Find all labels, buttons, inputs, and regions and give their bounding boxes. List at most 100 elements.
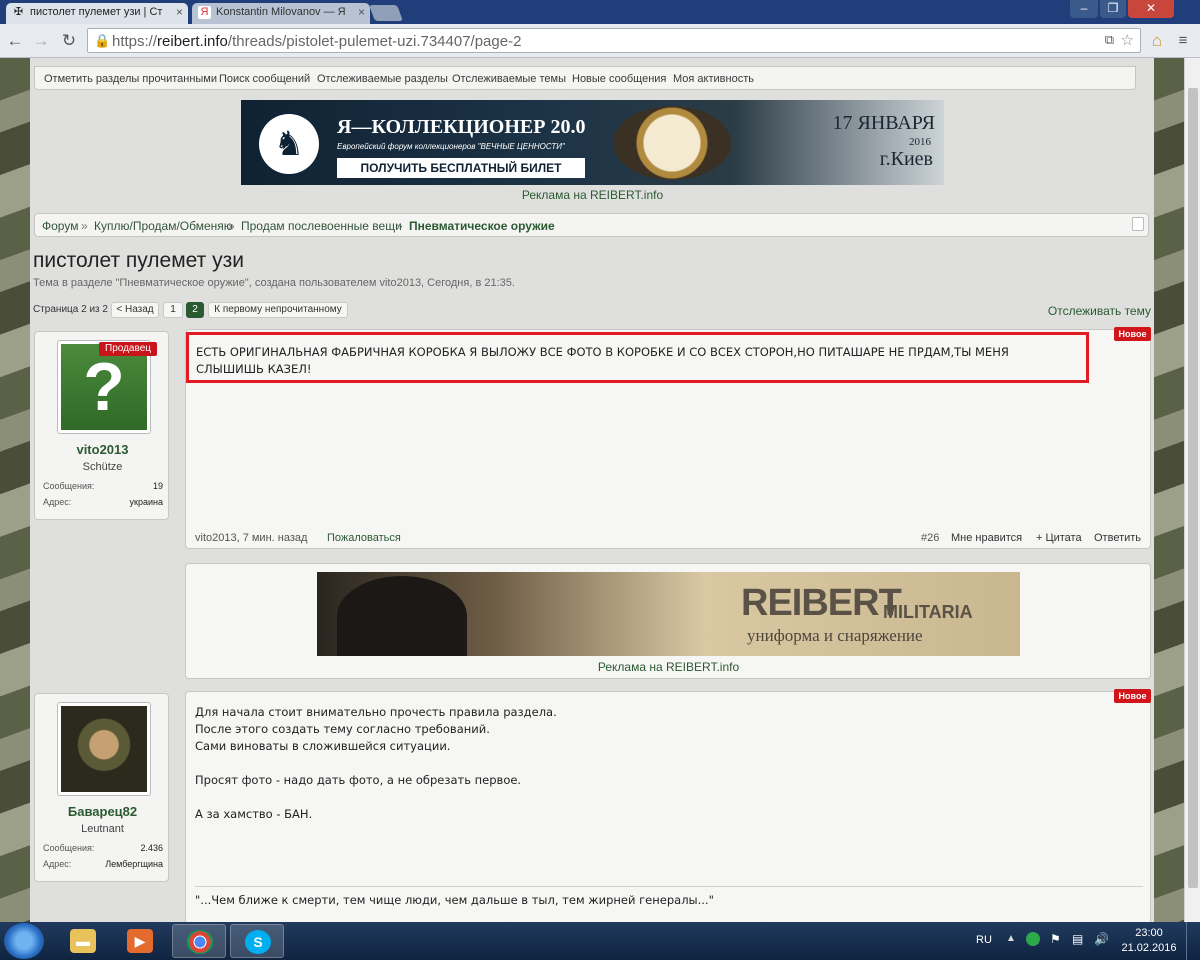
reibert-militaria-banner[interactable]: REIBERT MILITARIA униформа и снаряжение [317, 572, 1020, 656]
username[interactable]: vito2013 [35, 442, 170, 457]
start-button[interactable] [4, 923, 44, 959]
ad-caption[interactable]: Реклама на REIBERT.info [241, 188, 944, 202]
lock-icon: 🔒 [94, 33, 111, 48]
avatar[interactable] [57, 702, 151, 796]
post-meta[interactable]: vito2013, 7 мин. назад [195, 532, 307, 544]
reply-link[interactable]: Ответить [1094, 532, 1141, 544]
post-26: Новое ЕСТЬ ОРИГИНАЛЬНАЯ ФАБРИЧНАЯ КОРОБК… [185, 327, 1151, 549]
new-tab-button[interactable] [369, 5, 403, 21]
taskbar-skype[interactable]: S [230, 924, 284, 958]
watched-forums-link[interactable]: Отслеживаемые разделы [317, 73, 448, 85]
clock-time[interactable]: 23:00 [1122, 927, 1176, 939]
taskbar-media-player[interactable]: ▶ [113, 924, 167, 958]
new-badge: Новое [1114, 327, 1151, 341]
close-icon[interactable]: × [358, 5, 365, 19]
tab-title: Konstantin Milovanov — Я [216, 6, 346, 18]
breadcrumb-buy-sell[interactable]: Куплю/Продам/Обменяю [94, 219, 233, 233]
user-address: Лембергщина [105, 859, 163, 869]
scroll-thumb[interactable] [1188, 88, 1198, 888]
banner-title: Я—КОЛЛЕКЦИОНЕР 20.0 [337, 116, 586, 138]
seller-badge: Продавец [99, 342, 157, 356]
new-posts-link[interactable]: Новые сообщения [572, 73, 666, 85]
camo-background-left [0, 58, 30, 922]
url-host: reibert.info [157, 33, 228, 50]
address-bar[interactable]: 🔒 https://reibert.info/threads/pistolet-… [87, 28, 1141, 53]
breadcrumb-forum[interactable]: Форум [42, 219, 78, 233]
watched-threads-link[interactable]: Отслеживаемые темы [452, 73, 566, 85]
first-unread-button[interactable]: К первому непрочитанному [208, 302, 348, 318]
clock-date[interactable]: 21.02.2016 [1118, 942, 1180, 954]
my-activity-link[interactable]: Моя активность [673, 73, 754, 85]
translate-icon[interactable]: ⧉ [1105, 32, 1114, 48]
restore-button[interactable]: ❐ [1100, 0, 1126, 18]
breadcrumb-current[interactable]: Пневматическое оружие [409, 219, 555, 233]
forward-button[interactable]: → [30, 30, 52, 52]
user-info-bavarets82: Баварец82 Leutnant Сообщения: 2.436 Адрес… [34, 693, 169, 882]
browser-tab-bar: ✠ пистолет пулемет узи | Ст × Я Konstant… [0, 0, 1200, 24]
tray-app-icon[interactable] [1026, 932, 1040, 946]
web-page: Отметить разделы прочитанными Поиск сооб… [0, 58, 1184, 922]
close-icon[interactable]: × [176, 5, 183, 19]
prev-page-button[interactable]: < Назад [111, 302, 159, 318]
get-ticket-button[interactable]: ПОЛУЧИТЬ БЕСПЛАТНЫЙ БИЛЕТ [337, 158, 585, 178]
windows-taskbar: ▬ ▶ S RU ▲ ⚑ ▤ 🔊 23:00 21.02.2016 [0, 922, 1200, 960]
taskbar-explorer[interactable]: ▬ [56, 924, 110, 958]
reibert-favicon-icon: ✠ [13, 6, 24, 18]
scrollbar[interactable] [1184, 58, 1200, 922]
page-label: Страница 2 из 2 [33, 304, 108, 315]
signature: "...Чем ближе к смерти, тем чище люди, ч… [195, 893, 714, 907]
skype-icon: S [245, 930, 271, 954]
network-icon[interactable]: ▤ [1072, 932, 1083, 946]
back-button[interactable]: ← [4, 30, 26, 52]
breadcrumb-postwar[interactable]: Продам послевоенные вещи [241, 219, 402, 233]
camo-background-right [1154, 58, 1184, 922]
page-1-button[interactable]: 1 [163, 302, 183, 318]
language-indicator[interactable]: RU [976, 934, 992, 946]
tab-inactive[interactable]: Я Konstantin Milovanov — Я × [192, 3, 370, 24]
watch-thread-link[interactable]: Отслеживать тему [1048, 304, 1151, 318]
collector-forum-banner[interactable]: ♞ Я—КОЛЛЕКЦИОНЕР 20.0 Европейский форум … [241, 100, 944, 185]
user-rank: Leutnant [81, 823, 124, 835]
ad-block: REIBERT MILITARIA униформа и снаряжение … [185, 563, 1151, 679]
quote-link[interactable]: + Цитата [1036, 532, 1082, 544]
report-link[interactable]: Пожаловаться [327, 532, 401, 544]
banner-date: 17 ЯНВАРЯ [832, 112, 935, 134]
ad-caption[interactable]: Реклама на REIBERT.info [317, 660, 1020, 674]
post-text: ЕСТЬ ОРИГИНАЛЬНАЯ ФАБРИЧНАЯ КОРОБКА Я ВЫ… [196, 345, 1009, 376]
volume-icon[interactable]: 🔊 [1094, 932, 1109, 946]
reload-button[interactable]: ↻ [58, 30, 80, 52]
url-path: /threads/pistolet-pulemet-uzi.734407/pag… [227, 33, 522, 50]
username[interactable]: Баварец82 [35, 804, 170, 819]
tab-title: пистолет пулемет узи | Ст [30, 6, 163, 18]
bookmark-star-icon[interactable]: ☆ [1121, 31, 1134, 49]
tab-active[interactable]: ✠ пистолет пулемет узи | Ст × [6, 3, 188, 24]
soldier-silhouette-icon [337, 576, 467, 656]
message-count: 19 [152, 481, 163, 491]
soldier-avatar-icon [61, 706, 147, 792]
minimize-button[interactable]: – [1070, 0, 1098, 18]
post-number[interactable]: #26 [921, 532, 939, 544]
search-messages-link[interactable]: Поиск сообщений [219, 73, 310, 85]
home-icon[interactable]: ⌂ [1146, 30, 1168, 52]
show-desktop-button[interactable] [1186, 922, 1200, 960]
question-mark-icon: ? [61, 344, 147, 430]
user-address: украина [129, 497, 163, 507]
like-link[interactable]: Мне нравится [951, 532, 1022, 544]
url-scheme: https:// [112, 33, 158, 50]
folder-icon: ▬ [70, 929, 96, 953]
page-2-button[interactable]: 2 [186, 302, 204, 318]
page-title: пистолет пулемет узи [33, 249, 244, 272]
play-icon: ▶ [127, 929, 153, 953]
menu-icon[interactable]: ≡ [1172, 30, 1194, 52]
close-window-button[interactable]: ✕ [1128, 0, 1174, 18]
banner-city: г.Киев [879, 148, 933, 170]
banner-brand: REIBERT [741, 582, 902, 624]
taskbar-chrome[interactable] [172, 924, 226, 958]
new-badge: Новое [1114, 689, 1151, 703]
user-info-vito2013: ? Продавец vito2013 Schütze Сообщения: 19… [34, 331, 169, 520]
page-icon [1132, 217, 1144, 231]
post-text: Для начала стоит внимательно прочесть пр… [195, 705, 557, 821]
mark-read-link[interactable]: Отметить разделы прочитанными [44, 73, 217, 85]
tray-flag-icon[interactable]: ⚑ [1050, 932, 1061, 946]
tray-expand-icon[interactable]: ▲ [1006, 933, 1016, 944]
